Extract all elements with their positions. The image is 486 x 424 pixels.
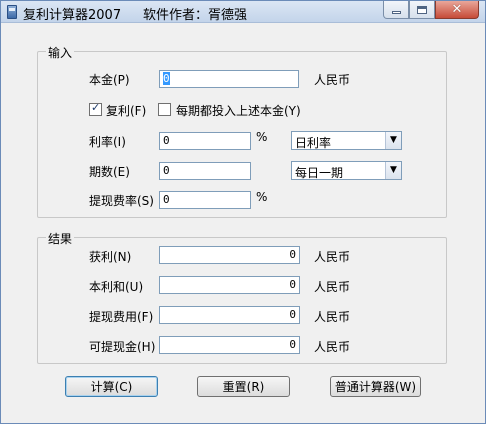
fee-value: 0 — [289, 308, 296, 321]
calculate-button[interactable]: 计算(C) — [65, 376, 158, 397]
minimize-button[interactable] — [383, 1, 409, 19]
total-output[interactable]: 0 — [159, 276, 300, 294]
withdrawable-unit: 人民币 — [314, 340, 351, 354]
rate-type-select[interactable]: 日利率 ▼ — [291, 131, 402, 150]
rate-label: 利率(I) — [89, 135, 126, 149]
withdrawable-value: 0 — [289, 338, 296, 351]
result-group-title: 结果 — [46, 230, 75, 247]
fee-output[interactable]: 0 — [159, 306, 300, 324]
fee-unit: 人民币 — [314, 310, 351, 324]
rate-unit: % — [256, 130, 268, 144]
periods-label: 期数(E) — [89, 165, 130, 179]
calculator-icon — [7, 5, 17, 19]
chevron-down-icon: ▼ — [390, 165, 397, 175]
rate-type-value: 日利率 — [295, 136, 332, 150]
compound-checkbox[interactable] — [89, 101, 102, 116]
rate-input[interactable]: 0 — [159, 132, 251, 150]
reset-button[interactable]: 重置(R) — [197, 376, 290, 397]
close-button[interactable]: ✕ — [435, 1, 479, 19]
maximize-button[interactable] — [409, 1, 435, 19]
chevron-down-icon: ▼ — [390, 135, 397, 145]
input-group-title: 输入 — [46, 44, 75, 61]
period-type-dropdown-button[interactable]: ▼ — [385, 162, 401, 179]
fee-rate-value: 0 — [163, 193, 170, 206]
reset-button-label: 重置(R) — [222, 380, 265, 394]
periods-input[interactable]: 0 — [159, 162, 251, 180]
principal-unit: 人民币 — [314, 73, 351, 87]
compound-label[interactable]: 复利(F) — [106, 102, 146, 119]
profit-output[interactable]: 0 — [159, 246, 300, 264]
close-icon: ✕ — [451, 2, 463, 17]
principal-value: 0 — [163, 72, 170, 85]
rate-value: 0 — [163, 134, 170, 147]
calculate-button-label: 计算(C) — [90, 380, 133, 394]
fee-rate-unit: % — [256, 190, 268, 204]
period-type-select[interactable]: 每日一期 ▼ — [291, 161, 402, 180]
minimize-icon — [391, 10, 401, 14]
fee-label: 提现费用(F) — [89, 310, 154, 324]
normal-calculator-button-label: 普通计算器(W) — [334, 380, 417, 394]
title-bar[interactable]: 复利计算器2007 软件作者：胥德强 ✕ — [1, 1, 485, 23]
withdrawable-label: 可提现金(H) — [89, 340, 156, 354]
profit-label: 获利(N) — [89, 250, 132, 264]
fee-rate-input[interactable]: 0 — [159, 191, 251, 209]
app-window: 复利计算器2007 软件作者：胥德强 ✕ 输入 本金(P) 0 人民币 复利(F… — [0, 0, 486, 424]
normal-calculator-button[interactable]: 普通计算器(W) — [330, 376, 421, 397]
principal-input[interactable]: 0 — [159, 70, 299, 88]
periods-value: 0 — [163, 164, 170, 177]
period-type-value: 每日一期 — [295, 166, 344, 180]
fee-rate-label: 提现费率(S) — [89, 194, 154, 208]
window-title: 复利计算器2007 — [23, 8, 122, 23]
principal-label: 本金(P) — [89, 73, 130, 87]
total-unit: 人民币 — [314, 280, 351, 294]
total-value: 0 — [289, 278, 296, 291]
profit-unit: 人民币 — [314, 250, 351, 264]
reinvest-label[interactable]: 每期都投入上述本金(Y) — [176, 102, 301, 119]
rate-type-dropdown-button[interactable]: ▼ — [385, 132, 401, 149]
reinvest-checkbox[interactable] — [158, 103, 171, 116]
total-label: 本利和(U) — [89, 280, 144, 294]
maximize-icon — [417, 5, 427, 14]
author-credit: 软件作者：胥德强 — [143, 8, 248, 23]
profit-value: 0 — [289, 248, 296, 261]
withdrawable-output[interactable]: 0 — [159, 336, 300, 354]
